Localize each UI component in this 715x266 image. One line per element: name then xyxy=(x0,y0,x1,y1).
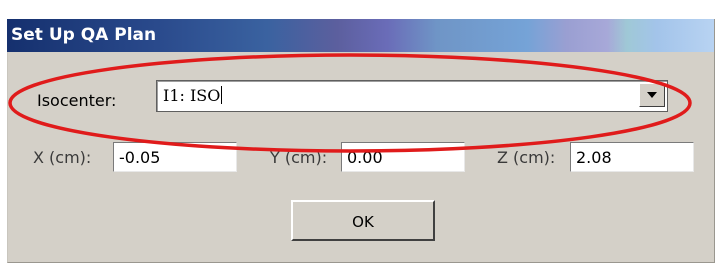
annotation-ellipse xyxy=(8,53,692,153)
red-ellipse-annotation xyxy=(8,53,692,153)
